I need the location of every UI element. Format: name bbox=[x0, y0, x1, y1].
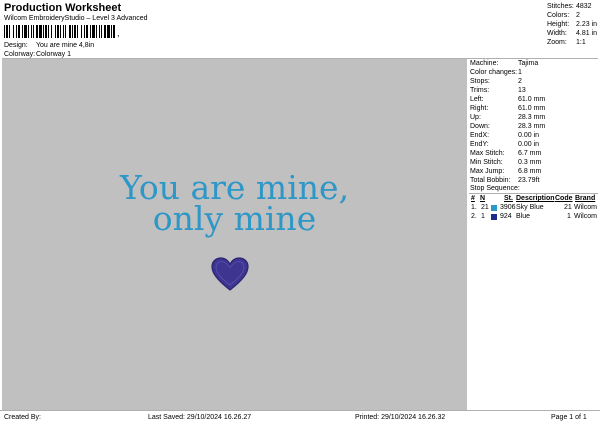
col-st: St. bbox=[504, 195, 513, 202]
stop-sequence-table: # N St. Description Code Brand 1. 21 390… bbox=[470, 195, 598, 222]
last-saved: Last Saved: 29/10/2024 16.26.27 bbox=[148, 414, 252, 421]
zoom-label: Zoom: bbox=[547, 39, 567, 46]
row-num: 2. bbox=[471, 213, 477, 220]
heart-icon bbox=[211, 257, 249, 291]
height-label: Height: bbox=[547, 21, 570, 28]
row-n: 21 bbox=[481, 204, 489, 211]
colorway-label: Colorway: bbox=[4, 51, 36, 58]
footer: Created By: Last Saved: 29/10/2024 16.26… bbox=[0, 410, 600, 424]
row-code: 1 bbox=[567, 213, 571, 220]
row-st: 924 bbox=[500, 213, 512, 220]
height-value: 2.23 in bbox=[576, 21, 598, 28]
machine-info-label: Color changes: bbox=[470, 69, 518, 76]
col-num: # bbox=[471, 195, 475, 202]
machine-info-label: Trims: bbox=[470, 87, 490, 94]
machine-info-label: EndY: bbox=[470, 141, 489, 148]
created-by: Created By: bbox=[4, 414, 41, 421]
design-preview: You are mine, only mine bbox=[2, 59, 467, 410]
machine-info-label: Left: bbox=[470, 96, 484, 103]
machine-info-label: Right: bbox=[470, 105, 489, 112]
table-row: 1. 21 3906 Sky Blue 21 Wilcom bbox=[470, 204, 598, 213]
machine-info-value: 1 bbox=[518, 69, 522, 76]
machine-info-value: 28.3 mm bbox=[518, 123, 546, 130]
machine-info-label: Machine: bbox=[470, 60, 499, 67]
page-title: Production Worksheet bbox=[4, 2, 122, 14]
barcode-suffix: , bbox=[117, 28, 120, 38]
table-row: 2. 1 924 Blue 1 Wilcom bbox=[470, 213, 598, 222]
col-code: Code bbox=[555, 195, 573, 202]
machine-info-value: 2 bbox=[518, 78, 522, 85]
stitches-value: 4832 bbox=[576, 3, 592, 10]
machine-info-label: EndX: bbox=[470, 132, 490, 139]
row-brand: Wilcom bbox=[574, 213, 597, 220]
row-brand: Wilcom bbox=[574, 204, 597, 211]
row-description: Sky Blue bbox=[516, 204, 544, 211]
width-label: Width: bbox=[547, 30, 567, 37]
machine-info-label: Down: bbox=[470, 123, 490, 130]
design-value: You are mine 4,8in bbox=[36, 42, 95, 49]
colorway-value: Colorway 1 bbox=[36, 51, 72, 58]
machine-info-value: 13 bbox=[518, 87, 526, 94]
machine-info-label: Max Jump: bbox=[470, 168, 505, 175]
machine-info-label: Max Stitch: bbox=[470, 150, 505, 157]
machine-info-label: Min Stitch: bbox=[470, 159, 503, 166]
barcode bbox=[4, 25, 115, 38]
color-swatch bbox=[491, 214, 497, 220]
software-name: Wilcom EmbroideryStudio – Level 3 Advanc… bbox=[4, 15, 148, 22]
embroidery-text: You are mine, only mine bbox=[2, 171, 467, 238]
table-header: # N St. Description Code Brand bbox=[470, 195, 598, 204]
col-description: Description bbox=[516, 195, 555, 202]
colors-label: Colors: bbox=[547, 12, 570, 19]
design-label: Design: bbox=[4, 42, 28, 49]
row-n: 1 bbox=[481, 213, 485, 220]
machine-info-value: 61.0 mm bbox=[518, 105, 546, 112]
row-num: 1. bbox=[471, 204, 477, 211]
stitches-label: Stitches: bbox=[547, 3, 574, 10]
col-brand: Brand bbox=[575, 195, 596, 202]
machine-info-value: 6.7 mm bbox=[518, 150, 542, 157]
machine-info-value: 6.8 mm bbox=[518, 168, 542, 175]
colors-value: 2 bbox=[576, 12, 580, 19]
stop-sequence-divider bbox=[469, 193, 598, 194]
zoom-value: 1:1 bbox=[576, 39, 586, 46]
col-n: N bbox=[480, 195, 486, 202]
stop-sequence-title: Stop Sequence: bbox=[470, 185, 520, 192]
machine-info-label: Up: bbox=[470, 114, 481, 121]
row-description: Blue bbox=[516, 213, 531, 220]
machine-info-value: 23.79ft bbox=[518, 177, 540, 184]
machine-info-value: 0.00 in bbox=[518, 132, 540, 139]
machine-info-label: Stops: bbox=[470, 78, 490, 85]
page-number: Page 1 of 1 bbox=[551, 414, 587, 421]
machine-info-value: 0.00 in bbox=[518, 141, 540, 148]
embroidery-line-2: only mine bbox=[152, 199, 317, 238]
machine-info-value: 61.0 mm bbox=[518, 96, 546, 103]
machine-info-value: 28.3 mm bbox=[518, 114, 546, 121]
width-value: 4.81 in bbox=[576, 30, 598, 37]
printed-date: Printed: 29/10/2024 16.26.32 bbox=[355, 414, 446, 421]
machine-info-value: Tajima bbox=[518, 60, 539, 67]
row-st: 3906 bbox=[500, 204, 516, 211]
machine-info-label: Total Bobbin: bbox=[470, 177, 511, 184]
machine-info-panel: Machine: Tajima Color changes: 1 Stops: 2 Trim… bbox=[469, 59, 600, 410]
row-code: 21 bbox=[564, 204, 572, 211]
color-swatch bbox=[491, 205, 497, 211]
machine-info-value: 0.3 mm bbox=[518, 159, 542, 166]
